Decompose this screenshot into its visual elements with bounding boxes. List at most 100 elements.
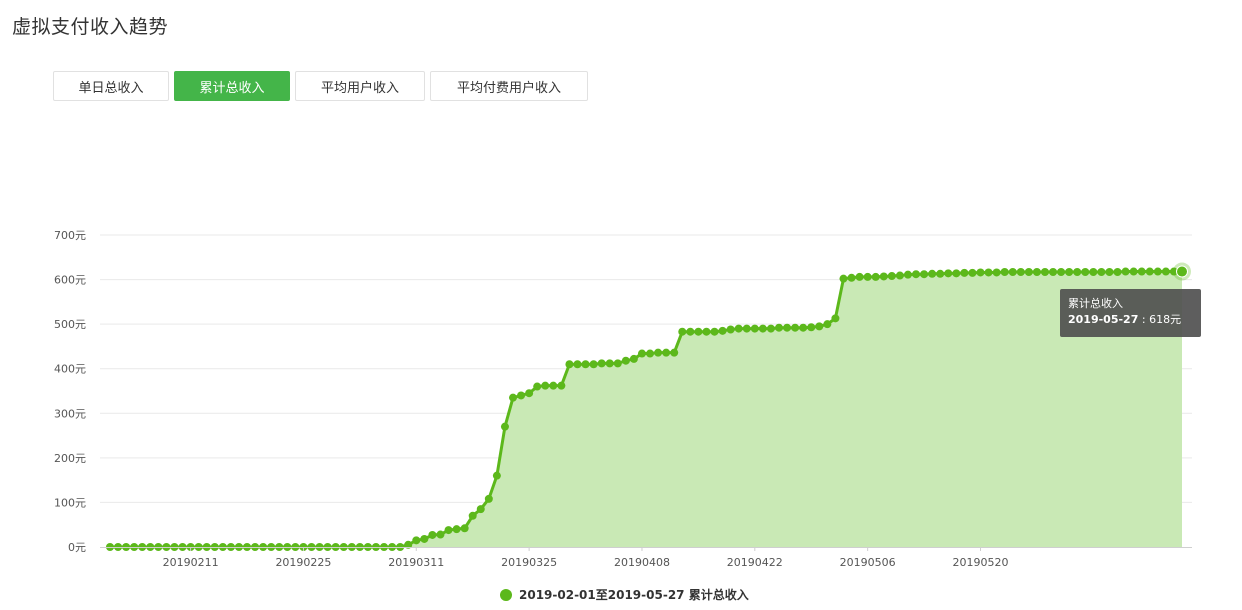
- x-tick-label: 20190506: [840, 556, 896, 569]
- data-point: [525, 389, 534, 398]
- data-point: [968, 268, 977, 277]
- data-point: [500, 422, 509, 431]
- data-point: [912, 270, 921, 279]
- data-point: [936, 269, 945, 278]
- series-area: [110, 271, 1182, 547]
- y-tick-label: 600元: [54, 274, 86, 287]
- data-point: [573, 360, 582, 369]
- data-point: [460, 524, 469, 533]
- x-tick-label: 20190211: [163, 556, 219, 569]
- highlight-point: [1176, 265, 1188, 278]
- data-point: [976, 268, 985, 277]
- data-point: [517, 391, 526, 400]
- data-point: [718, 326, 727, 335]
- data-point: [871, 272, 880, 281]
- data-point: [1161, 267, 1170, 276]
- data-point: [742, 324, 751, 333]
- data-point: [1153, 267, 1162, 276]
- data-point: [750, 324, 759, 333]
- data-point: [476, 505, 485, 514]
- data-point: [533, 382, 542, 391]
- data-point: [654, 348, 663, 357]
- data-point: [412, 536, 421, 545]
- data-point: [549, 381, 558, 390]
- data-point: [791, 323, 800, 332]
- data-point: [847, 273, 856, 282]
- data-point: [694, 327, 703, 336]
- data-point: [557, 381, 566, 390]
- data-point: [1065, 267, 1074, 276]
- data-point: [484, 494, 493, 503]
- data-point: [952, 269, 961, 278]
- data-point: [895, 271, 904, 280]
- tooltip-date: 2019-05-27: [1068, 313, 1139, 326]
- data-point: [436, 530, 445, 539]
- data-point: [589, 360, 598, 369]
- data-point: [581, 360, 590, 369]
- data-point: [831, 314, 840, 323]
- data-point: [1097, 267, 1106, 276]
- data-point: [1121, 267, 1130, 276]
- chart-legend[interactable]: 2019-02-01至2019-05-27 累计总收入: [500, 586, 749, 603]
- data-point: [613, 359, 622, 368]
- tooltip-separator: :: [1138, 313, 1150, 326]
- data-point: [662, 348, 671, 357]
- x-tick-label: 20190311: [388, 556, 444, 569]
- legend-dot-icon: [500, 588, 512, 601]
- data-point: [492, 471, 501, 480]
- data-point: [984, 268, 993, 277]
- tooltip-content: 2019-05-27 : 618元: [1068, 312, 1193, 328]
- data-point: [1089, 267, 1098, 276]
- data-point: [799, 323, 808, 332]
- area-layer: [110, 271, 1182, 547]
- data-point: [944, 269, 953, 278]
- data-point: [1000, 267, 1009, 276]
- data-point: [734, 324, 743, 333]
- data-point: [887, 272, 896, 281]
- data-point: [1049, 267, 1058, 276]
- data-point: [783, 323, 792, 332]
- data-point: [420, 534, 429, 543]
- data-point: [903, 270, 912, 279]
- x-tick-label: 20190408: [614, 556, 670, 569]
- y-tick-label: 0元: [68, 541, 86, 554]
- tooltip-series: 累计总收入: [1068, 297, 1123, 310]
- data-point: [1024, 267, 1033, 276]
- x-tick-label: 20190325: [501, 556, 557, 569]
- data-point: [839, 274, 848, 283]
- data-point: [774, 323, 783, 332]
- data-point: [1113, 267, 1122, 276]
- data-point: [758, 324, 767, 333]
- data-point: [879, 272, 888, 281]
- y-tick-label: 300元: [54, 407, 86, 420]
- data-point: [928, 269, 937, 278]
- data-point: [541, 381, 550, 390]
- data-point: [597, 359, 606, 368]
- data-point: [726, 325, 735, 334]
- data-point: [1016, 267, 1025, 276]
- data-point: [678, 327, 687, 336]
- data-point: [637, 349, 646, 358]
- data-point: [815, 322, 824, 331]
- data-point: [766, 324, 775, 333]
- data-point: [855, 272, 864, 281]
- y-tick-label: 400元: [54, 363, 86, 376]
- data-point: [1008, 267, 1017, 276]
- data-point: [710, 327, 719, 336]
- data-point: [1081, 267, 1090, 276]
- legend-label: 2019-02-01至2019-05-27 累计总收入: [519, 588, 749, 602]
- data-point: [565, 360, 574, 369]
- data-point: [702, 327, 711, 336]
- data-point: [920, 270, 929, 279]
- y-tick-label: 100元: [54, 496, 86, 509]
- chart-svg: 0元 100元 200元 300元 400元 500元 600元 700元 20190211 20…: [54, 229, 1192, 569]
- data-point: [468, 511, 477, 520]
- y-tick-label: 700元: [54, 229, 86, 242]
- data-point: [629, 354, 638, 363]
- tooltip-value: 618元: [1149, 313, 1182, 326]
- data-point: [452, 525, 461, 534]
- data-point: [1040, 267, 1049, 276]
- data-point: [621, 356, 630, 365]
- data-point: [686, 327, 695, 336]
- data-point: [960, 268, 969, 277]
